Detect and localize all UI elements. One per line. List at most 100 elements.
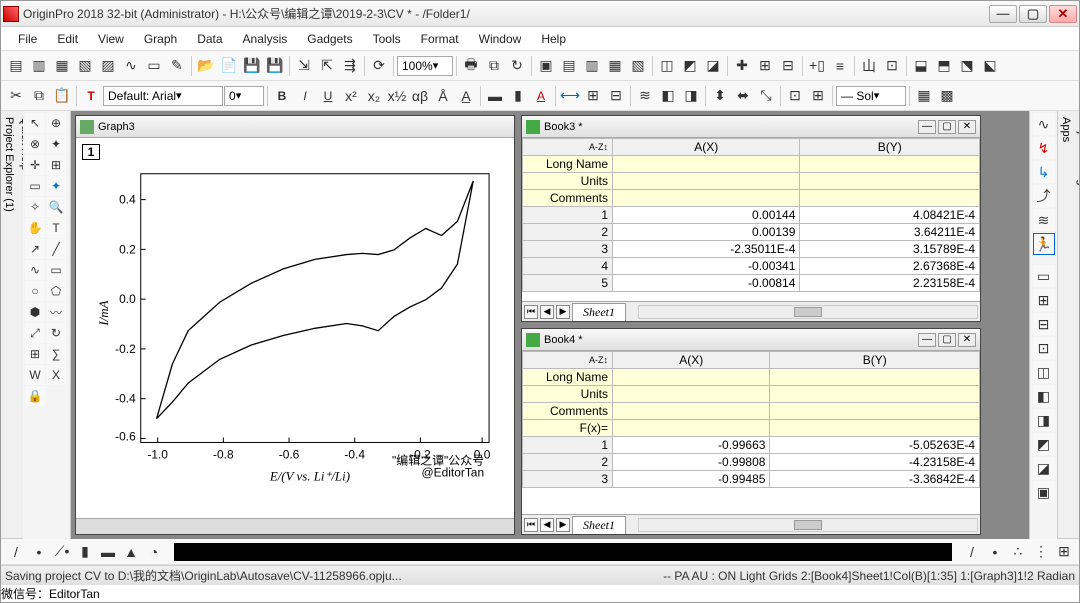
rt-o[interactable]: ▣	[1033, 481, 1055, 503]
book4-sheet-tab[interactable]: Sheet1	[572, 516, 626, 534]
tb-icon-f[interactable]: ◫	[656, 55, 678, 77]
graph-hscroll[interactable]	[76, 518, 514, 534]
book4-close[interactable]: ✕	[958, 333, 976, 347]
tb2-e[interactable]: ⬍	[709, 85, 731, 107]
tb-icon-b[interactable]: ▤	[558, 55, 580, 77]
menu-edit[interactable]: Edit	[48, 30, 87, 48]
annotation-icon[interactable]: ✦	[46, 134, 66, 154]
gt-b[interactable]: •	[984, 541, 1006, 563]
book3-hscroll[interactable]	[638, 305, 978, 319]
gt-area[interactable]: ▲	[120, 541, 142, 563]
book3-col-a[interactable]: A(X)	[613, 139, 800, 156]
rt-g[interactable]: ⊞	[1033, 289, 1055, 311]
rt-i[interactable]: ⊡	[1033, 337, 1055, 359]
tb-icon-a[interactable]: ▣	[535, 55, 557, 77]
line-icon[interactable]: ╱	[46, 239, 66, 259]
rt-c[interactable]: ↳	[1033, 161, 1055, 183]
curve-icon[interactable]: ∿	[25, 260, 45, 280]
tb-icon-i[interactable]: ⊞	[754, 55, 776, 77]
zoom-in-icon[interactable]: 🔍	[46, 197, 66, 217]
new-workbook-icon[interactable]: ▥	[28, 55, 50, 77]
gt-pie[interactable]: ◔	[143, 541, 165, 563]
circle-icon[interactable]: ○	[25, 281, 45, 301]
save-template-icon[interactable]: 💾	[264, 55, 286, 77]
text-tool-icon[interactable]: T	[80, 85, 102, 107]
plot-area[interactable]: 1 0.4 0.2 0.0 -0.2 -0.4 -0.6	[76, 138, 514, 518]
tb-icon-p[interactable]: ⬔	[956, 55, 978, 77]
minimize-button[interactable]: —	[989, 5, 1017, 23]
panning-icon[interactable]: ✋	[25, 218, 45, 238]
tb-icon-d[interactable]: ▦	[604, 55, 626, 77]
font-decrease-icon[interactable]: A̲	[455, 85, 477, 107]
graph-window[interactable]: Graph3 1 0.4 0.2 0.0 -0.2 -0.4 -0.6	[75, 115, 515, 535]
rectangle-icon[interactable]: ▭	[46, 260, 66, 280]
tb2-k[interactable]: ▩	[936, 85, 958, 107]
book4-max[interactable]: ▢	[938, 333, 956, 347]
book4-grid[interactable]: A-Z↕A(X)B(Y) Long Name Units Comments F(…	[522, 351, 980, 488]
book3-nav-first[interactable]: ⏮	[524, 305, 538, 319]
save-icon[interactable]: 💾	[241, 55, 263, 77]
bold-icon[interactable]: B	[271, 85, 293, 107]
copy-icon[interactable]: ⧉	[28, 85, 50, 107]
rt-l[interactable]: ◨	[1033, 409, 1055, 431]
insert-excel-icon[interactable]: X	[46, 365, 66, 385]
font-combo[interactable]: Default: Arial ▾	[103, 86, 223, 106]
book3-col-b[interactable]: B(Y)	[800, 139, 980, 156]
menu-data[interactable]: Data	[188, 30, 231, 48]
gt-linescatter[interactable]: ⟋•	[51, 541, 73, 563]
rt-b[interactable]: ↯	[1033, 137, 1055, 159]
close-button[interactable]: ✕	[1049, 5, 1077, 23]
cut-icon[interactable]: ✂	[5, 85, 27, 107]
book3-grid[interactable]: A-Z↕A(X)B(Y) Long Name Units Comments 10…	[522, 138, 980, 292]
antialias-icon[interactable]: ≋	[634, 85, 656, 107]
rt-h[interactable]: ⊟	[1033, 313, 1055, 335]
insert-word-icon[interactable]: W	[25, 365, 45, 385]
region-icon[interactable]: ⬢	[25, 302, 45, 322]
tb2-d[interactable]: ◨	[680, 85, 702, 107]
lock-icon[interactable]: 🔒	[25, 386, 45, 406]
draw-data-icon[interactable]: ✧	[25, 197, 45, 217]
open-template-icon[interactable]: 📄	[218, 55, 240, 77]
supsub-icon[interactable]: x½	[386, 85, 408, 107]
recalculate-icon[interactable]: ⟳	[368, 55, 390, 77]
book4-nav-prev[interactable]: ◀	[540, 518, 554, 532]
new-function-icon[interactable]: ∿	[120, 55, 142, 77]
book3-window[interactable]: Book3 * — ▢ ✕ A-Z↕A(X)B(Y) Long Name Uni…	[521, 115, 981, 322]
rt-d[interactable]: ⤴	[1033, 185, 1055, 207]
greek-icon[interactable]: αβ	[409, 85, 431, 107]
menu-window[interactable]: Window	[470, 30, 531, 48]
zoom-pan-icon[interactable]: ⤢	[25, 323, 45, 343]
tb-icon-k[interactable]: ≡	[829, 55, 851, 77]
arrow-icon[interactable]: ↗	[25, 239, 45, 259]
tb-icon-j[interactable]: ⊟	[777, 55, 799, 77]
graph-window-header[interactable]: Graph3	[76, 116, 514, 138]
screen-reader-icon[interactable]: ⊕	[46, 113, 66, 133]
gt-scatter[interactable]: •	[28, 541, 50, 563]
rt-k[interactable]: ◧	[1033, 385, 1055, 407]
new-notes-icon[interactable]: ✎	[166, 55, 188, 77]
tb-icon-l[interactable]: 山	[858, 55, 880, 77]
tb2-h[interactable]: ⊡	[784, 85, 806, 107]
duplicate-icon[interactable]: ⧉	[483, 55, 505, 77]
tb2-b[interactable]: ⊟	[605, 85, 627, 107]
sort-icon[interactable]: A-Z↕	[523, 139, 613, 156]
data-cursor-icon[interactable]: ✛	[25, 155, 45, 175]
rt-e[interactable]: ≋	[1033, 209, 1055, 231]
new-matrix-icon[interactable]: ▨	[97, 55, 119, 77]
book4-col-b[interactable]: B(Y)	[770, 352, 980, 369]
gt-bar[interactable]: ▬	[97, 541, 119, 563]
new-excel-icon[interactable]: ▦	[51, 55, 73, 77]
book3-min[interactable]: —	[918, 120, 936, 134]
book4-col-a[interactable]: A(X)	[613, 352, 770, 369]
region-data-icon[interactable]: ▭	[25, 176, 45, 196]
polygon-icon[interactable]: ⬠	[46, 281, 66, 301]
rt-f[interactable]: ▭	[1033, 265, 1055, 287]
menu-gadgets[interactable]: Gadgets	[298, 30, 361, 48]
menu-graph[interactable]: Graph	[135, 30, 186, 48]
gt-d[interactable]: ⋮	[1030, 541, 1052, 563]
menu-analysis[interactable]: Analysis	[234, 30, 297, 48]
book4-nav-next[interactable]: ▶	[556, 518, 570, 532]
text-icon[interactable]: T	[46, 218, 66, 238]
tb2-c[interactable]: ◧	[657, 85, 679, 107]
layer-indicator[interactable]: 1	[82, 144, 100, 160]
